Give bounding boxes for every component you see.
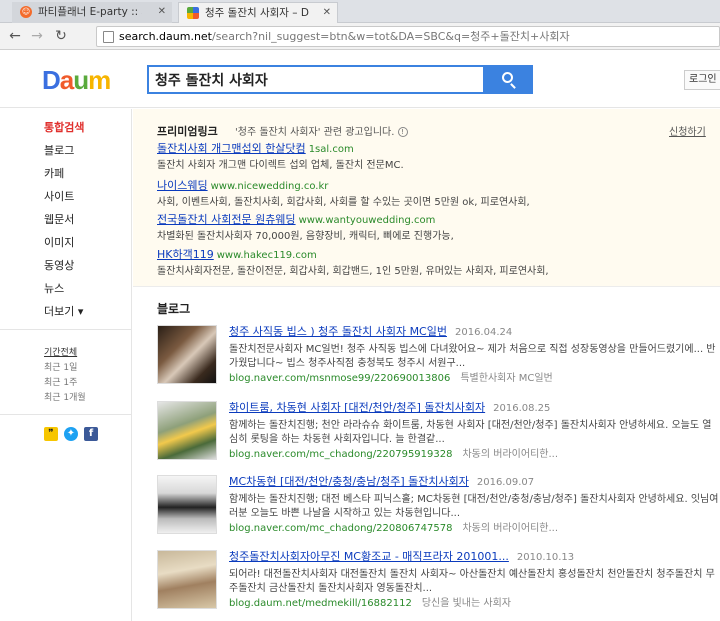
page-icon	[103, 31, 114, 43]
premium-links: 프리미엄링크 '청주 돌잔치 사회자' 관련 광고입니다. ! 신청하기 돌잔치…	[133, 109, 720, 287]
info-icon[interactable]: !	[397, 127, 408, 137]
premium-title: 프리미엄링크	[157, 125, 218, 138]
post-source-link[interactable]: blog.naver.com/msnmose99/220690013806	[229, 373, 450, 384]
post-date: 2010.10.13	[516, 552, 575, 563]
facebook-icon[interactable]: f	[84, 427, 98, 441]
apply-link[interactable]: 신청하기	[669, 123, 706, 138]
post-title-link[interactable]: 청주 사직동 빕스 ) 청주 돌잔치 사회자 MC일번	[229, 325, 447, 338]
premium-desc: '청주 돌잔치 사회자' 관련 광고입니다. !	[235, 123, 408, 138]
search-box	[147, 65, 483, 94]
sidebar-item-all[interactable]: 통합검색	[44, 121, 84, 144]
browser-toolbar: ← → ↻ search.daum.net/search?nil_suggest…	[0, 23, 720, 50]
post-thumbnail[interactable]	[157, 550, 217, 609]
ad-desc: 돌잔치 사회자 개그맨 다이렉트 섭외 업체, 돌잔치 전문MC.	[157, 160, 404, 171]
ad-url[interactable]: www.wantyouwedding.com	[299, 215, 436, 226]
eparty-favicon-icon: ☺	[20, 6, 32, 18]
ad-item: 나이스웨딩 www.nicewedding.co.kr 사회, 이벤트사회, 돌잔…	[157, 179, 717, 210]
ad-desc: 돌잔치사회자전문, 돌잔이전문, 회갑사회, 회갑밴드, 1인 5만원, 유머있…	[157, 266, 549, 277]
daum-header: Daum 로그인	[0, 50, 720, 108]
post-title-link[interactable]: 청주돌잔치사회자아무진 MC황조교 - 매직프라자 201001...	[229, 550, 509, 563]
blog-post: 청주돌잔치사회자아무진 MC황조교 - 매직프라자 201001... 2010.…	[157, 550, 720, 620]
close-icon[interactable]: ✕	[158, 2, 166, 22]
address-bar[interactable]: search.daum.net/search?nil_suggest=btn&w…	[96, 26, 720, 47]
blog-post: 화이트룸, 차동현 사회자 [대전/천안/청주] 돌잔치사회자 2016.08.2…	[157, 401, 720, 471]
blog-heading: 블로그	[157, 302, 191, 316]
back-arrow-icon[interactable]: ←	[6, 27, 24, 45]
close-icon[interactable]: ✕	[323, 3, 331, 23]
post-date: 2016.08.25	[493, 403, 551, 414]
sidebar-item-blog[interactable]: 블로그	[44, 144, 84, 167]
period-1month[interactable]: 최근 1개월	[44, 390, 86, 405]
twitter-icon[interactable]: ✦	[64, 427, 78, 441]
search-icon	[502, 72, 513, 83]
period-1day[interactable]: 최근 1일	[44, 360, 86, 375]
period-filter: 기간전체 최근 1일 최근 1주 최근 1개월	[44, 345, 86, 405]
ad-url[interactable]: 1sal.com	[309, 144, 354, 155]
ad-title-link[interactable]: HK하객119	[157, 248, 214, 261]
browser-tab-daum[interactable]: 청주 돌잔치 사회자 – Da ✕	[178, 2, 338, 23]
reload-icon[interactable]: ↻	[52, 27, 70, 45]
post-snippet: 함께하는 돌잔치진행; 대전 베스타 피닉스홀; MC차동현 [대전/천안/충청…	[229, 494, 719, 519]
sidebar-item-webdoc[interactable]: 웹문서	[44, 213, 84, 236]
post-thumbnail[interactable]	[157, 401, 217, 460]
post-snippet: 되어라! 대전돌잔치사회자 대전돌잔치 돌잔치 사회자~ 아산돌잔치 예산돌잔치…	[229, 569, 715, 594]
browser-tab-bar: ☺ 파티플래너 E-party :: 파 ✕ 청주 돌잔치 사회자 – Da ✕	[0, 0, 720, 23]
ad-title-link[interactable]: 돌잔치사회 개그맨섭외 한살닷컴	[157, 142, 306, 155]
ad-title-link[interactable]: 전국돌잔치 사회전문 원츄웨딩	[157, 213, 296, 226]
post-source-link[interactable]: blog.naver.com/mc_chadong/220806747578	[229, 523, 452, 534]
post-source-link[interactable]: blog.naver.com/mc_chadong/220795919328	[229, 449, 452, 460]
sidebar-item-image[interactable]: 이미지	[44, 236, 84, 259]
post-snippet: 돌잔치전문사회자 MC일번! 청주 사직동 빕스에 다녀왔어요~ 제가 처음으로…	[229, 344, 716, 369]
tab-title: 청주 돌잔치 사회자 – Da	[205, 7, 309, 19]
post-author[interactable]: 차동의 버라이어티한...	[462, 523, 558, 534]
post-snippet: 함께하는 돌잔치진행; 천안 라라슈슈 화이트룸, 차동현 사회자 [대전/천안…	[229, 420, 712, 445]
tab-title: 파티플래너 E-party :: 파	[38, 6, 142, 18]
ad-url[interactable]: www.nicewedding.co.kr	[211, 181, 329, 192]
url-text[interactable]: search.daum.net/search?nil_suggest=btn&w…	[119, 27, 570, 46]
blog-post: MC차동현 [대전/천안/충청/충남/청주] 돌잔치사회자 2016.09.07 …	[157, 475, 720, 545]
forward-arrow-icon[interactable]: →	[28, 27, 46, 45]
post-date: 2016.09.07	[476, 477, 535, 488]
sidebar: 통합검색 블로그 카페 사이트 웹문서 이미지 동영상 뉴스 더보기 ▾ 기간전…	[0, 109, 132, 621]
period-all[interactable]: 기간전체	[44, 345, 86, 360]
blog-post: 청주 사직동 빕스 ) 청주 돌잔치 사회자 MC일번 2016.04.24 돌잔…	[157, 325, 720, 395]
search-input[interactable]	[149, 67, 469, 92]
ad-item: 돌잔치사회 개그맨섭외 한살닷컴 1sal.com 돌잔치 사회자 개그맨 다이렉…	[157, 142, 717, 173]
post-author[interactable]: 당신을 빛내는 사회자	[422, 598, 511, 609]
share-buttons: ❞ ✦ f	[44, 427, 104, 441]
ad-desc: 사회, 이벤트사회, 돌잔치사회, 회갑사회, 사회를 할 수있는 곳이면 5만…	[157, 197, 530, 208]
post-thumbnail[interactable]	[157, 325, 217, 384]
ad-desc: 차별화된 돌잔치사회자 70,000원, 음향장비, 캐릭터, 삐에로 진행가능…	[157, 231, 454, 242]
ad-item: HK하객119 www.hakec119.com 돌잔치사회자전문, 돌잔이전문,…	[157, 248, 717, 279]
ad-url[interactable]: www.hakec119.com	[217, 250, 317, 261]
sidebar-item-news[interactable]: 뉴스	[44, 282, 84, 305]
post-title-link[interactable]: MC차동현 [대전/천안/충청/충남/청주] 돌잔치사회자	[229, 475, 469, 488]
post-title-link[interactable]: 화이트룸, 차동현 사회자 [대전/천안/청주] 돌잔치사회자	[229, 401, 485, 414]
sidebar-item-more[interactable]: 더보기 ▾	[44, 305, 84, 328]
post-date: 2016.04.24	[454, 327, 513, 338]
browser-tab-eparty[interactable]: ☺ 파티플래너 E-party :: 파 ✕	[12, 2, 172, 23]
period-1week[interactable]: 최근 1주	[44, 375, 86, 390]
search-button[interactable]	[483, 65, 533, 94]
sidebar-nav: 통합검색 블로그 카페 사이트 웹문서 이미지 동영상 뉴스 더보기 ▾	[44, 121, 84, 328]
post-source-link[interactable]: blog.daum.net/medmekill/16882112	[229, 598, 412, 609]
daum-favicon-icon	[187, 7, 199, 19]
login-button[interactable]: 로그인	[684, 70, 720, 90]
post-author[interactable]: 차동의 버라이어티한...	[462, 449, 558, 460]
sidebar-divider	[0, 329, 132, 330]
ad-title-link[interactable]: 나이스웨딩	[157, 179, 208, 192]
daum-logo[interactable]: Daum	[42, 67, 111, 93]
sidebar-divider	[0, 414, 132, 415]
post-thumbnail[interactable]	[157, 475, 217, 534]
ad-item: 전국돌잔치 사회전문 원츄웨딩 www.wantyouwedding.com 차별…	[157, 213, 717, 244]
kakaostory-icon[interactable]: ❞	[44, 427, 58, 441]
sidebar-item-site[interactable]: 사이트	[44, 190, 84, 213]
post-author[interactable]: 특별한사회자 MC일번	[460, 373, 552, 384]
sidebar-item-video[interactable]: 동영상	[44, 259, 84, 282]
sidebar-item-cafe[interactable]: 카페	[44, 167, 84, 190]
